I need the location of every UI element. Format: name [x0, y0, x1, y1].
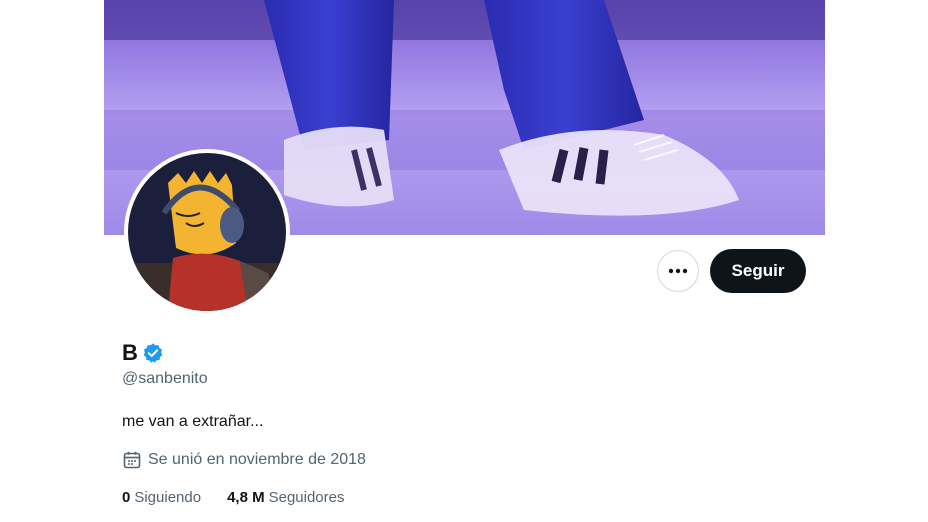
profile-column: Seguir B @sanbenito me van a extrañar...…	[104, 0, 825, 522]
profile-handle: @sanbenito	[122, 370, 208, 387]
display-name-row: B	[122, 340, 164, 366]
followers-count: 4,8 M	[227, 489, 265, 506]
more-horizontal-icon	[668, 268, 688, 274]
followers-label: Seguidores	[268, 489, 345, 506]
follow-stats: 0 Siguiendo 4,8 M Seguidores	[122, 488, 344, 508]
following-link[interactable]: 0 Siguiendo	[122, 488, 201, 508]
more-options-button[interactable]	[657, 250, 699, 292]
display-name: B	[122, 340, 138, 365]
profile-avatar[interactable]	[124, 149, 290, 315]
avatar-image	[128, 153, 286, 311]
following-label: Siguiendo	[134, 489, 202, 506]
joined-date-row: Se unió en noviembre de 2018	[122, 450, 366, 470]
profile-bio: me van a extrañar...	[122, 413, 264, 430]
followers-link[interactable]: 4,8 M Seguidores	[227, 488, 344, 508]
calendar-icon	[123, 451, 141, 469]
verified-badge-icon[interactable]	[142, 342, 164, 364]
following-count: 0	[122, 489, 131, 506]
follow-button[interactable]: Seguir	[710, 249, 806, 293]
joined-date-text: Se unió en noviembre de 2018	[148, 451, 366, 468]
